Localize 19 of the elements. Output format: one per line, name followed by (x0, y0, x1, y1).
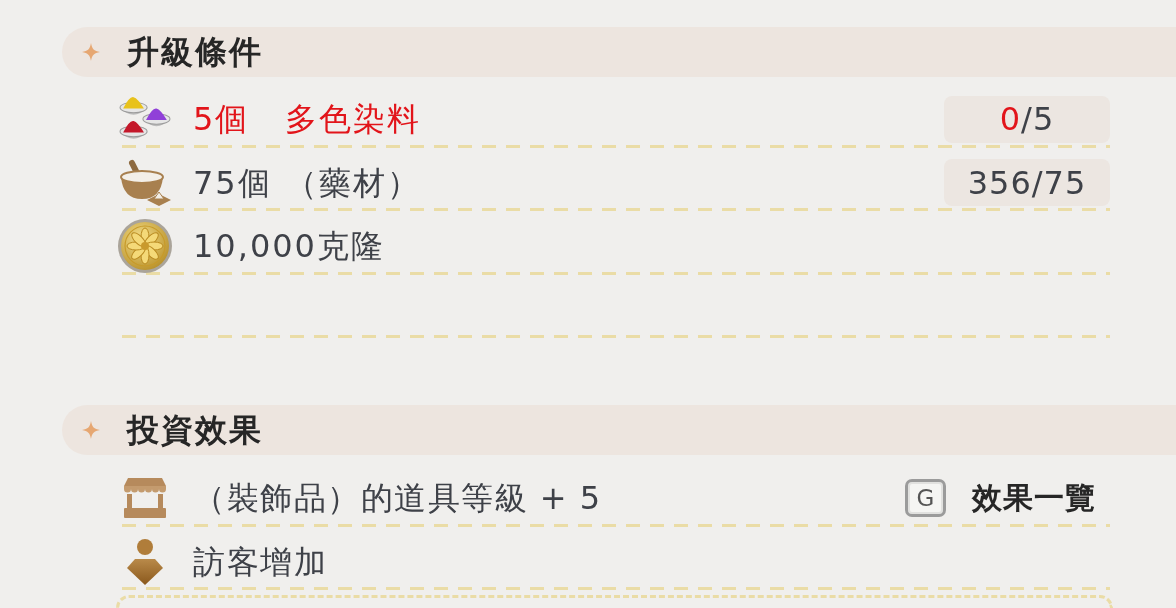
sparkle-icon (82, 421, 100, 439)
effects-list-button[interactable]: 效果一覽 (972, 480, 1096, 517)
item-name: 多色染料 (285, 100, 421, 139)
section-title: 投資效果 (127, 410, 263, 450)
coin-icon (117, 218, 173, 275)
item-quantity: 75個 (193, 163, 273, 202)
item-quantity: 5個 (193, 100, 251, 139)
market-stall-icon (122, 478, 168, 519)
person-icon (127, 538, 163, 585)
effect-text: （裝飾品）的道具等級 + 5 (193, 479, 602, 518)
item-quantity: 10,000克隆 (193, 227, 385, 266)
section-title: 升級條件 (127, 32, 263, 72)
stock-count: 0/5 (944, 95, 1110, 143)
sparkle-icon (82, 43, 100, 61)
effect-text: 訪客增加 (193, 542, 327, 581)
keyboard-key: G (905, 479, 946, 518)
item-name: （藥材） (285, 163, 421, 202)
mortar-and-pestle-icon (119, 158, 171, 207)
stock-count: 356/75 (944, 159, 1110, 207)
